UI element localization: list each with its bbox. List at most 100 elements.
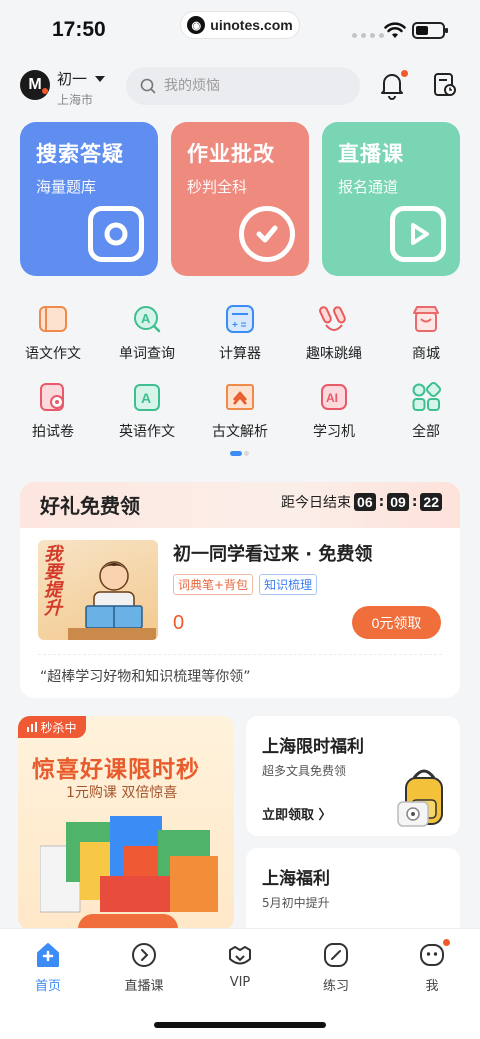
countdown-seconds: 22 xyxy=(420,493,442,511)
grid-item-composition[interactable]: 语文作文 xyxy=(5,303,101,363)
tab-home[interactable]: 首页 xyxy=(0,941,96,994)
claim-now-link[interactable]: 立即领取 〉 xyxy=(262,804,332,823)
shanghai-benefit-card[interactable]: 上海福利 5月初中提升 xyxy=(246,848,460,938)
home-icon xyxy=(34,941,62,969)
tab-vip[interactable]: VIP xyxy=(192,941,288,990)
search-icon xyxy=(140,78,156,94)
promo-title: 上海限时福利 xyxy=(262,737,364,757)
grid-item-scan-paper[interactable]: 拍试卷 xyxy=(5,381,101,441)
promo-subtitle: 5月初中提升 xyxy=(262,896,330,910)
search-input[interactable] xyxy=(164,78,344,94)
clipboard-clock-icon xyxy=(434,73,456,96)
tab-me[interactable]: 我 xyxy=(384,939,480,994)
grade-selector[interactable]: 初一 xyxy=(57,68,106,89)
grid-item-calculator[interactable]: + = 计算器 xyxy=(192,303,288,363)
ai-learning-icon: AI xyxy=(318,381,350,413)
live-icon xyxy=(130,941,158,969)
notification-button[interactable] xyxy=(378,70,408,100)
vip-icon xyxy=(226,941,254,969)
classical-text-icon xyxy=(224,381,256,413)
play-icon xyxy=(390,206,446,262)
page-indicator xyxy=(244,451,249,456)
grid-item-word-lookup[interactable]: A 单词查询 xyxy=(99,303,195,363)
grid-item-ai-learning[interactable]: AI 学习机 xyxy=(286,381,382,441)
notification-dot xyxy=(443,939,450,946)
claim-button[interactable]: 0元领取 xyxy=(352,606,441,639)
countdown-hours: 06 xyxy=(354,493,376,511)
city-label: 上海市 xyxy=(57,93,94,107)
promo-subtitle: 超多文具免费领 xyxy=(262,764,347,778)
url-text: uinotes.com xyxy=(210,17,293,33)
jump-rope-icon xyxy=(318,303,350,335)
wifi-icon xyxy=(384,22,406,38)
all-apps-icon xyxy=(410,381,442,413)
camera-icon xyxy=(88,206,144,262)
profile-icon xyxy=(418,939,450,969)
search-answers-card[interactable]: 搜索答疑 海量题库 xyxy=(20,122,158,276)
practice-icon xyxy=(322,941,350,969)
card-title: 搜索答疑 xyxy=(36,142,124,166)
avatar[interactable]: M xyxy=(20,70,50,100)
card-subtitle: 秒判全科 xyxy=(187,178,248,196)
live-class-card[interactable]: 直播课 报名通道 xyxy=(322,122,460,276)
url-pill: ◉ uinotes.com xyxy=(180,11,300,39)
shop-icon xyxy=(410,303,442,335)
gift-tag: 词典笔+背包 xyxy=(173,574,254,595)
countdown-minutes: 09 xyxy=(387,493,409,511)
caret-down-icon xyxy=(95,75,106,82)
home-indicator xyxy=(154,1022,326,1028)
grid-item-classical-text[interactable]: 古文解析 xyxy=(192,381,288,441)
gift-tags: 词典笔+背包 知识梳理 xyxy=(173,574,318,595)
search-bar[interactable] xyxy=(126,67,360,105)
word-lookup-icon: A xyxy=(131,303,163,335)
svg-text:A: A xyxy=(141,390,151,406)
bar-chart-icon xyxy=(27,722,38,732)
status-time: 17:50 xyxy=(52,18,106,41)
page-indicator-active xyxy=(230,451,242,456)
printer-illustration xyxy=(397,801,429,827)
card-subtitle: 报名通道 xyxy=(338,178,399,196)
countdown: 距今日结束 06 : 09 : 22 xyxy=(281,492,442,512)
app-header: M 初一 上海市 xyxy=(0,62,480,110)
grid-item-jump-rope[interactable]: 趣味跳绳 xyxy=(286,303,382,363)
card-title: 直播课 xyxy=(338,142,404,166)
site-logo-icon: ◉ xyxy=(187,16,206,34)
books-illustration xyxy=(40,816,218,913)
gift-price: 0 xyxy=(173,612,185,634)
promo-headline: 惊喜好课限时秒 xyxy=(32,757,200,783)
status-bar: 17:50 ◉ uinotes.com xyxy=(0,0,480,60)
composition-icon xyxy=(37,303,69,335)
tab-practice[interactable]: 练习 xyxy=(288,941,384,994)
task-button[interactable] xyxy=(432,72,458,98)
svg-text:A: A xyxy=(141,311,151,326)
gift-tag: 知识梳理 xyxy=(259,574,318,595)
homework-correction-card[interactable]: 作业批改 秒判全科 xyxy=(171,122,309,276)
promo-subtitle: 1元购课 双倍惊喜 xyxy=(66,785,178,801)
english-writing-icon: A xyxy=(131,381,163,413)
card-title: 作业批改 xyxy=(187,142,275,166)
calculator-icon: + = xyxy=(224,303,256,335)
shanghai-limited-benefit-card[interactable]: 上海限时福利 超多文具免费领 立即领取 〉 xyxy=(246,716,460,836)
svg-text:AI: AI xyxy=(326,391,338,405)
divider xyxy=(38,654,442,655)
battery-icon xyxy=(412,22,448,39)
card-subtitle: 海量题库 xyxy=(36,178,97,196)
gift-title: 好礼免费领 xyxy=(40,494,140,518)
svg-text:+ =: + = xyxy=(232,320,247,331)
scan-paper-icon xyxy=(37,381,69,413)
grid-item-all[interactable]: 全部 xyxy=(378,381,474,441)
flash-sale-badge: 秒杀中 xyxy=(18,716,86,738)
grid-item-english-writing[interactable]: A 英语作文 xyxy=(99,381,195,441)
notification-dot xyxy=(401,70,408,77)
gift-name: 初一同学看过来 · 免费领 xyxy=(173,544,373,565)
tab-live[interactable]: 直播课 xyxy=(96,941,192,994)
checkmark-icon xyxy=(239,206,295,262)
flash-sale-banner[interactable]: 秒杀中 惊喜好课限时秒 1元购课 双倍惊喜 xyxy=(18,716,234,930)
grade-label: 初一 xyxy=(57,70,88,88)
grid-item-shop[interactable]: 商城 xyxy=(378,303,474,363)
gift-quote: “超棒学习好物和知识梳理等你领” xyxy=(40,669,251,685)
promo-title: 上海福利 xyxy=(262,869,330,889)
free-gift-card[interactable]: 好礼免费领 距今日结束 06 : 09 : 22 我要提升 初一同学看过来 · … xyxy=(20,482,460,698)
gift-thumbnail: 我要提升 xyxy=(38,540,158,640)
gift-header: 好礼免费领 距今日结束 06 : 09 : 22 xyxy=(20,482,460,528)
